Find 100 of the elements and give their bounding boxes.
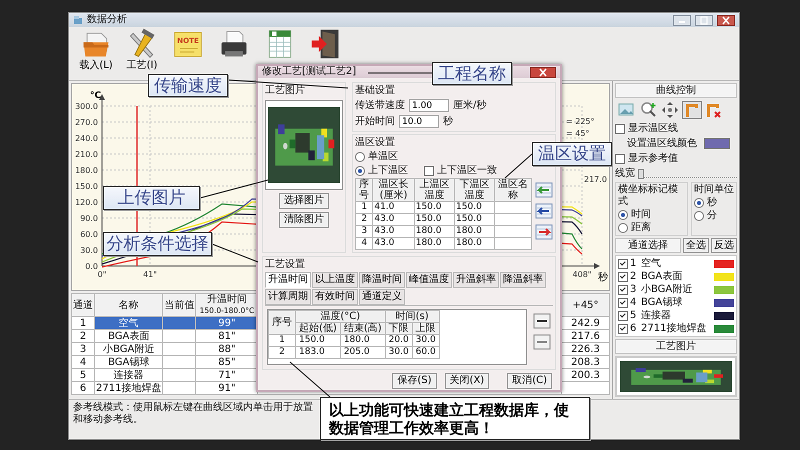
table-cell[interactable]: 3 — [72, 342, 94, 356]
table-cell[interactable]: 1 — [268, 334, 296, 346]
table-cell[interactable]: 4 — [356, 238, 373, 250]
checkbox[interactable] — [615, 124, 625, 134]
radio-button[interactable] — [355, 166, 365, 176]
bracket-tool-button[interactable] — [682, 101, 702, 119]
table-cell[interactable]: 150.0 — [296, 334, 340, 346]
table-cell[interactable]: 空气 — [94, 316, 163, 330]
dialog-button[interactable]: 关闭(X) — [444, 373, 490, 389]
table-cell[interactable]: 2711接地焊盘 — [94, 382, 163, 394]
table-cell[interactable]: 2 — [356, 214, 373, 226]
group-title: 工艺图片 — [265, 85, 306, 97]
group-title: 基础设置 — [355, 85, 396, 97]
table-cell[interactable]: 小BGA附近 — [94, 342, 163, 356]
table-cell[interactable]: 20.0 — [385, 334, 412, 346]
checkbox[interactable] — [615, 154, 625, 164]
magnifier-icon — [639, 101, 657, 119]
slider-label: 线宽 — [615, 168, 635, 180]
table-cell[interactable]: 3 — [356, 226, 373, 238]
slider-thumb[interactable] — [638, 169, 644, 179]
table-cell[interactable]: 41.0 — [372, 202, 414, 214]
table-cell[interactable]: 150.0 — [454, 214, 495, 226]
tick-label: 60.0 — [80, 230, 98, 239]
picture-button[interactable]: 选择图片 — [279, 193, 329, 209]
load-button[interactable]: 载入(L) — [73, 28, 119, 72]
table-cell[interactable]: 180.0 — [454, 226, 495, 238]
table-cell[interactable]: 180.0 — [340, 334, 386, 346]
table-cell[interactable]: 180.0 — [414, 226, 455, 238]
checkbox[interactable] — [618, 310, 628, 320]
close-icon — [721, 16, 731, 24]
table-cell[interactable]: 4 — [72, 356, 94, 368]
checkbox[interactable] — [618, 272, 628, 282]
table-cell[interactable]: 183.0 — [296, 346, 340, 358]
checkbox[interactable] — [424, 166, 434, 176]
radio-button[interactable] — [355, 152, 365, 162]
tick-label: 150.0 — [75, 182, 98, 191]
tab[interactable]: 通道定义 — [359, 289, 405, 305]
move-button[interactable] — [660, 101, 680, 119]
maximize-icon — [699, 16, 709, 24]
table-cell[interactable]: 5 — [72, 368, 94, 382]
column-header: 起始(低) — [296, 322, 340, 334]
table-cell[interactable]: 6 — [72, 382, 94, 394]
table-cell[interactable]: 205.0 — [340, 346, 386, 358]
table-cell[interactable]: 2 — [72, 330, 94, 342]
column-header: 通道 — [72, 294, 94, 316]
tab[interactable]: 以上温度 — [312, 272, 358, 288]
select-button[interactable]: 全选 — [683, 238, 709, 253]
table-cell[interactable]: 30.0 — [385, 346, 412, 358]
row-edit-icon[interactable] — [533, 313, 551, 329]
minimize-button[interactable] — [673, 14, 691, 26]
dialog-title: 修改工艺[测试工艺2] — [262, 66, 356, 78]
table-cell[interactable]: 1 — [356, 202, 373, 214]
tab[interactable]: 降温时间 — [359, 272, 405, 288]
group-title: 横坐标标记模式 — [618, 184, 679, 208]
checkbox[interactable] — [618, 298, 628, 308]
radio-button[interactable] — [618, 222, 628, 232]
table-cell[interactable]: 150.0 — [414, 214, 455, 226]
close-button[interactable] — [530, 66, 556, 78]
table-cell[interactable]: 43.0 — [372, 214, 414, 226]
table-cell[interactable]: 150.0 — [454, 202, 495, 214]
tab[interactable]: 峰值温度 — [406, 272, 452, 288]
tab[interactable]: 升温斜率 — [453, 272, 499, 288]
select-button[interactable]: 反选 — [711, 238, 737, 253]
radio-button[interactable] — [694, 210, 704, 220]
tab[interactable]: 计算周期 — [265, 289, 311, 305]
tab[interactable]: 升温时间 — [265, 272, 311, 288]
radio-label: 上下温区 — [368, 164, 408, 176]
unit-label: 厘米/秒 — [453, 100, 486, 112]
channel-name: BGA锡球 — [641, 296, 684, 308]
tab[interactable]: 降温斜率 — [500, 272, 546, 288]
table-cell[interactable]: 60.0 — [412, 346, 440, 358]
table-cell[interactable]: 180.0 — [454, 238, 495, 250]
table-cell[interactable]: 30.0 — [412, 334, 440, 346]
radio-button[interactable] — [694, 198, 704, 208]
table-cell[interactable]: 150.0 — [414, 202, 455, 214]
table-cell[interactable]: BGA锡球 — [94, 356, 163, 368]
table-cell[interactable]: 43.0 — [372, 238, 414, 250]
leader-line — [212, 244, 258, 262]
picture-button[interactable]: 清除图片 — [279, 212, 329, 228]
dialog-button[interactable]: 保存(S) — [392, 373, 437, 389]
close-button[interactable] — [717, 14, 735, 26]
speed-field[interactable]: 1.00 — [409, 99, 449, 112]
color-picker-button[interactable] — [704, 138, 730, 149]
process-button[interactable]: 工艺(I) — [119, 28, 165, 72]
move-arrows-icon — [661, 101, 679, 119]
note-button[interactable]: NOTE — [165, 28, 211, 60]
group-title: 时间单位 — [694, 184, 734, 196]
table-cell[interactable]: BGA表面 — [94, 330, 163, 342]
checkbox[interactable] — [618, 258, 628, 268]
radio-button[interactable] — [618, 210, 628, 220]
checkbox[interactable] — [618, 284, 628, 294]
tab[interactable]: 有效时间 — [312, 289, 358, 305]
dialog-button[interactable]: 取消(C) — [507, 373, 552, 389]
bracket-cross-icon — [705, 101, 723, 119]
table-cell[interactable]: 180.0 — [414, 238, 455, 250]
table-cell[interactable]: 连接器 — [94, 368, 163, 382]
table-cell[interactable]: 43.0 — [372, 226, 414, 238]
start-time-field[interactable]: 10.0 — [399, 115, 439, 128]
checkbox[interactable] — [618, 324, 628, 334]
table-cell[interactable]: 2 — [268, 346, 296, 358]
